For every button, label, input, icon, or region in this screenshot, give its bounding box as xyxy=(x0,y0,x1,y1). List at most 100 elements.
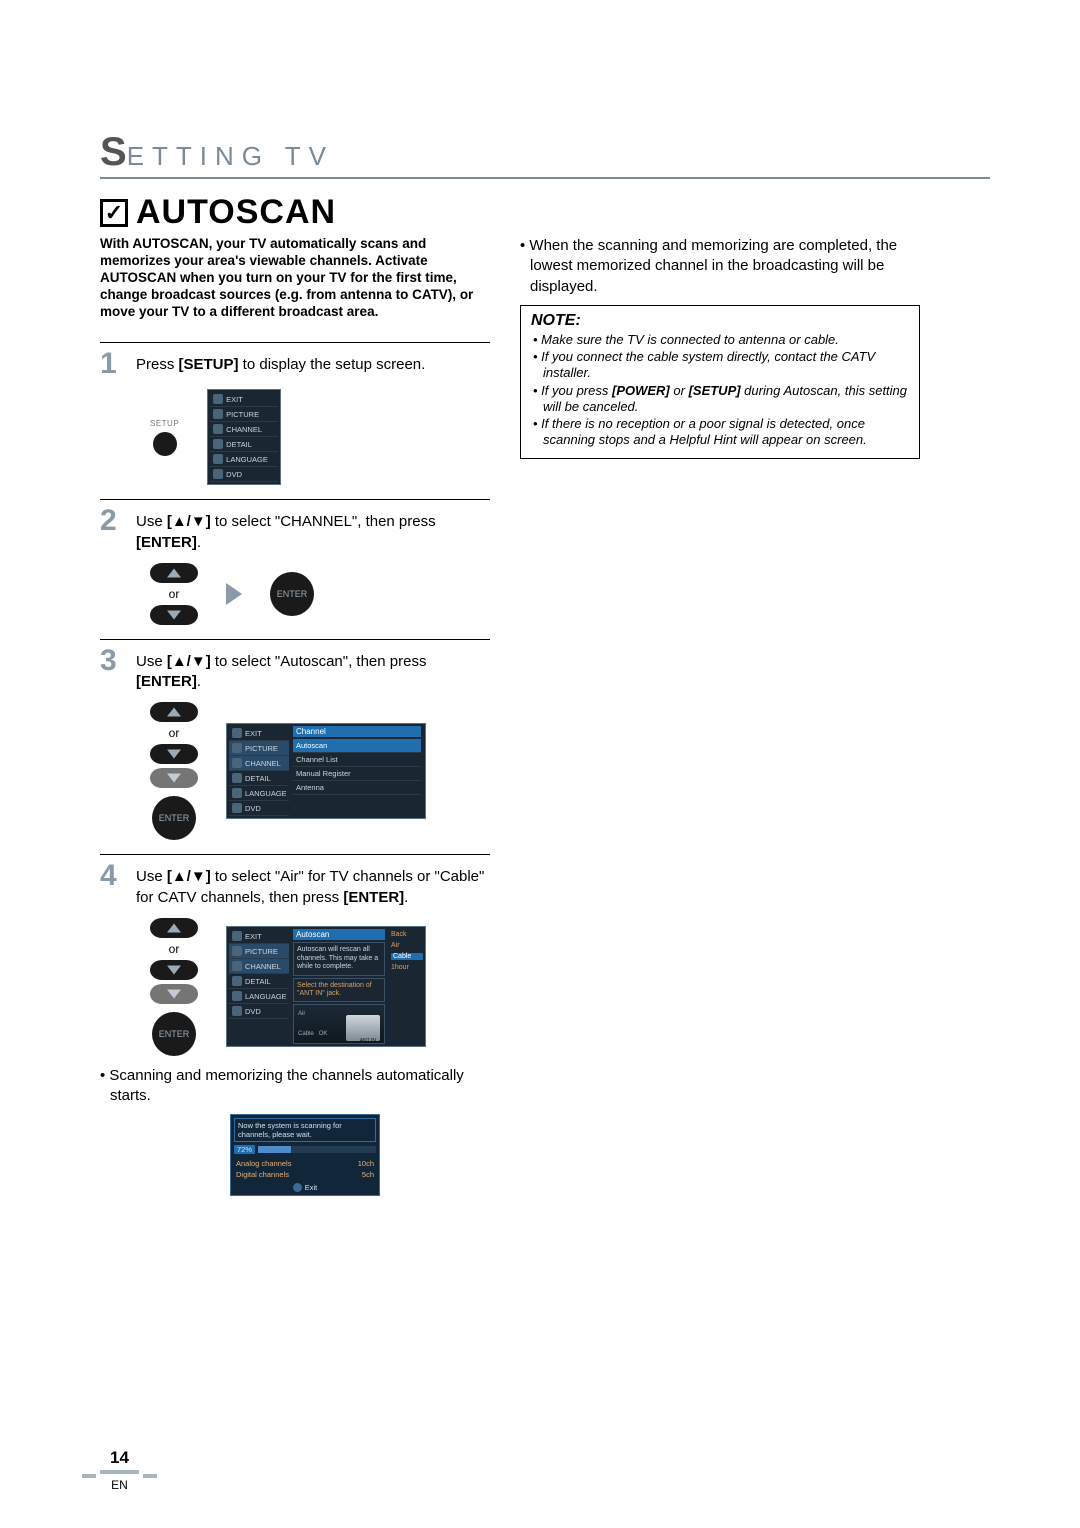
osd-item: CHANNEL xyxy=(210,422,278,437)
enter-button-icon: ENTER xyxy=(152,1012,196,1056)
exit-icon xyxy=(293,1183,302,1192)
language-icon xyxy=(232,788,242,798)
osd-item: PICTURE xyxy=(210,407,278,422)
detail-icon xyxy=(232,773,242,783)
osd-info-text: Autoscan will rescan all channels. This … xyxy=(293,942,385,975)
analog-channels-row: Analog channels 10ch xyxy=(234,1158,376,1169)
osd-right-options: Back Air Cable 1hour xyxy=(389,929,423,975)
step-1: 1 Press [SETUP] to display the setup scr… xyxy=(100,342,490,485)
note-title: NOTE: xyxy=(531,312,909,330)
osd-setup-menu: EXIT PICTURE CHANNEL DETAIL LANGUAGE DVD xyxy=(207,389,281,485)
dvd-icon xyxy=(213,469,223,479)
osd-main-item: Antenna xyxy=(293,781,421,795)
completion-text: When the scanning and memorizing are com… xyxy=(530,236,920,297)
progress-bar xyxy=(258,1146,376,1153)
step-1-text: Press [SETUP] to display the setup scree… xyxy=(136,349,425,375)
osd-title: Channel xyxy=(293,726,421,737)
scan-progress-dialog: Now the system is scanning for channels,… xyxy=(230,1114,380,1196)
heading-row: ✓ AUTOSCAN xyxy=(100,193,990,232)
up-arrow-icon xyxy=(150,702,198,722)
osd-item: DVD xyxy=(210,467,278,482)
exit-row: Exit xyxy=(234,1180,376,1192)
note-item: If there is no reception or a poor signa… xyxy=(531,416,909,449)
checkbox-checked-icon: ✓ xyxy=(100,199,128,227)
left-column: With AUTOSCAN, your TV automatically sca… xyxy=(100,236,490,1196)
note-list: Make sure the TV is connected to antenna… xyxy=(531,332,909,449)
picture-icon xyxy=(232,946,242,956)
step-3: 3 Use [▲/▼] to select "Autoscan", then p… xyxy=(100,639,490,841)
note-item: Make sure the TV is connected to antenna… xyxy=(531,332,909,348)
then-arrow-icon xyxy=(226,583,242,605)
progress-percent: 72% xyxy=(234,1145,255,1154)
digital-channels-row: Digital channels 5ch xyxy=(234,1169,376,1180)
page-footer: 14 EN xyxy=(100,1448,139,1492)
dvd-icon xyxy=(232,1006,242,1016)
enter-button-icon: ENTER xyxy=(270,572,314,616)
exit-icon xyxy=(232,931,242,941)
or-label: or xyxy=(169,726,180,740)
osd-sidebar-item: DETAIL xyxy=(229,974,289,989)
step-3-text: Use [▲/▼] to select "Autoscan", then pre… xyxy=(136,646,490,693)
osd-sidebar-item: EXIT xyxy=(229,929,289,944)
osd-autoscan-menu: EXIT PICTURE CHANNEL DETAIL LANGUAGE DVD… xyxy=(226,926,426,1047)
osd-sidebar-item: LANGUAGE xyxy=(229,989,289,1004)
language-icon xyxy=(213,454,223,464)
up-arrow-icon xyxy=(150,918,198,938)
or-label: or xyxy=(169,942,180,956)
progress-message: Now the system is scanning for channels,… xyxy=(234,1118,376,1142)
step-number: 4 xyxy=(100,861,126,891)
note-item: If you press [POWER] or [SETUP] during A… xyxy=(531,383,909,416)
step-4-text: Use [▲/▼] to select "Air" for TV channel… xyxy=(136,861,490,908)
osd-channel-menu: EXIT PICTURE CHANNEL DETAIL LANGUAGE DVD… xyxy=(226,723,426,819)
section-title-rest: ETTING TV xyxy=(127,141,334,171)
setup-button-graphic: SETUP xyxy=(150,419,179,456)
dvd-icon xyxy=(232,803,242,813)
osd-sidebar-item: CHANNEL xyxy=(229,959,289,974)
up-down-buttons: or xyxy=(150,563,198,625)
page-heading: AUTOSCAN xyxy=(136,193,336,232)
enter-button-icon: ENTER xyxy=(152,796,196,840)
round-button-icon xyxy=(153,432,177,456)
osd-diagram: Air Cable OK ANT IN xyxy=(293,1004,385,1044)
language-icon xyxy=(232,991,242,1001)
channel-icon xyxy=(213,424,223,434)
or-label: or xyxy=(169,587,180,601)
osd-main-item: Channel List xyxy=(293,753,421,767)
osd-sidebar-item: PICTURE xyxy=(229,944,289,959)
note-box: NOTE: Make sure the TV is connected to a… xyxy=(520,305,920,459)
intro-text: With AUTOSCAN, your TV automatically sca… xyxy=(100,236,490,320)
osd-sidebar-item: LANGUAGE xyxy=(229,786,289,801)
osd-sidebar-item: CHANNEL xyxy=(229,756,289,771)
step-number: 1 xyxy=(100,349,126,379)
osd-item: EXIT xyxy=(210,392,278,407)
exit-icon xyxy=(232,728,242,738)
setup-label: SETUP xyxy=(150,419,179,428)
detail-icon xyxy=(213,439,223,449)
exit-icon xyxy=(213,394,223,404)
channel-icon xyxy=(232,758,242,768)
section-title-initial: S xyxy=(100,130,127,174)
note-item: If you connect the cable system directly… xyxy=(531,349,909,382)
osd-sidebar-item: EXIT xyxy=(229,726,289,741)
down-arrow-icon xyxy=(150,605,198,625)
step-number: 3 xyxy=(100,646,126,676)
page-number: 14 xyxy=(100,1448,139,1474)
down-arrow-icon xyxy=(150,768,198,788)
osd-main-item: Manual Register xyxy=(293,767,421,781)
picture-icon xyxy=(213,409,223,419)
nav-enter-stack: or ENTER xyxy=(150,702,198,840)
osd-sidebar-item: DVD xyxy=(229,1004,289,1019)
step-4: 4 Use [▲/▼] to select "Air" for TV chann… xyxy=(100,854,490,1196)
osd-main-item: Autoscan xyxy=(293,739,421,753)
osd-title: Autoscan xyxy=(293,929,385,940)
down-arrow-icon xyxy=(150,744,198,764)
down-arrow-icon xyxy=(150,960,198,980)
picture-icon xyxy=(232,743,242,753)
osd-sidebar-item: DVD xyxy=(229,801,289,816)
post-step4-note: Scanning and memorizing the channels aut… xyxy=(110,1066,490,1107)
osd-info-text: Select the destination of "ANT IN" jack. xyxy=(293,978,385,1003)
osd-item: LANGUAGE xyxy=(210,452,278,467)
down-arrow-icon xyxy=(150,984,198,1004)
detail-icon xyxy=(232,976,242,986)
osd-sidebar-item: PICTURE xyxy=(229,741,289,756)
